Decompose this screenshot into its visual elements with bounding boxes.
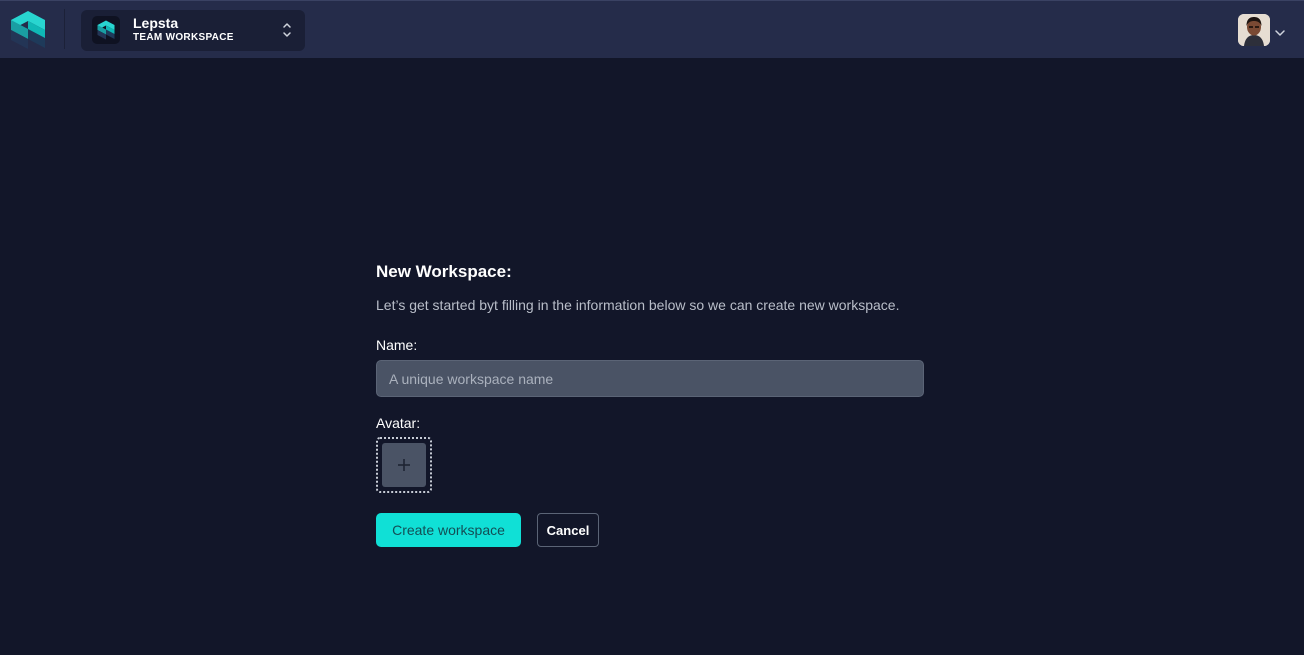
page-title: New Workspace: (376, 262, 512, 281)
user-avatar[interactable] (1238, 14, 1270, 46)
name-label: Name: (376, 337, 418, 353)
workspace-type: TEAM WORKSPACE (133, 32, 234, 43)
create-workspace-button[interactable]: Create workspace (376, 513, 521, 547)
workspace-logo-icon (92, 16, 120, 44)
user-menu[interactable] (1238, 14, 1288, 46)
workspace-switcher[interactable]: Lepsta TEAM WORKSPACE (81, 10, 305, 51)
top-navigation-bar: Lepsta TEAM WORKSPACE (0, 0, 1304, 58)
chevron-down-icon[interactable] (1274, 25, 1286, 43)
workspace-name: Lepsta (133, 15, 179, 31)
form-description: Let’s get started byt filling in the inf… (376, 297, 900, 313)
avatar-upload-button[interactable] (376, 437, 432, 493)
cancel-button[interactable]: Cancel (537, 513, 599, 547)
avatar-label: Avatar: (376, 415, 421, 431)
chevron-up-down-icon (281, 21, 293, 39)
app-logo-icon[interactable] (10, 10, 46, 50)
avatar-upload-area[interactable] (382, 443, 426, 487)
plus-icon (397, 458, 411, 477)
header-divider (64, 9, 65, 49)
workspace-name-input[interactable] (376, 360, 924, 397)
